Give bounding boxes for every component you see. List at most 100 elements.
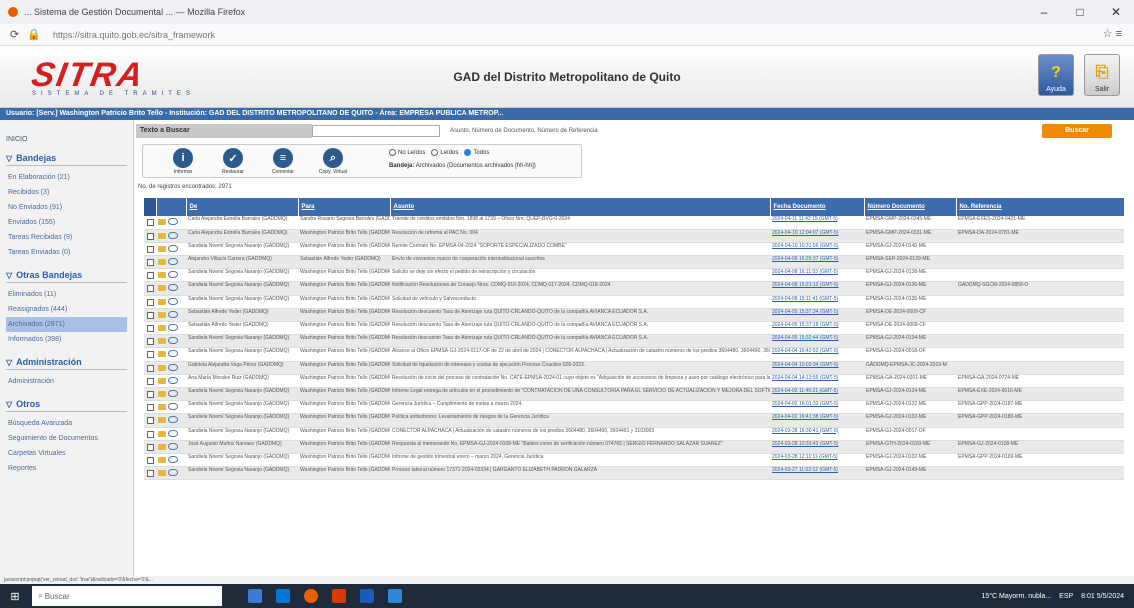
sidebar-item[interactable]: En Elaboración (21) xyxy=(6,170,127,185)
sidebar-item[interactable]: Administración xyxy=(6,374,127,389)
cell-asunto[interactable]: Remite Contrato No. EPMSA-04-2024 "SOPOR… xyxy=(390,242,770,257)
word-icon[interactable] xyxy=(360,589,374,603)
restaurar-button[interactable]: ✓ Restaurar xyxy=(213,148,253,178)
sidebar-section-header[interactable]: ▽ Administración xyxy=(6,357,127,370)
cell-fecha[interactable]: 2024-04-04 10:03:34 (GMT-5) xyxy=(770,361,864,375)
header-de[interactable]: De xyxy=(186,198,299,216)
document-link-icon[interactable] xyxy=(168,389,178,397)
row-checkbox[interactable] xyxy=(144,321,156,336)
informar-button[interactable]: i Informar xyxy=(163,148,203,178)
bookmark-star-icon[interactable]: ☆ ≡ xyxy=(1103,27,1122,40)
table-row[interactable]: Sandiela Noemí Segovia Naranjo (GADDMQ) W… xyxy=(144,400,1124,415)
cell-asunto[interactable]: Resolución de reforma al PAC No. 004 xyxy=(390,229,770,243)
sidebar-item[interactable]: No Enviados (91) xyxy=(6,200,127,215)
cell-asunto[interactable]: Alcance al Oficio EPMSA-GJ-2024-0117-OF … xyxy=(390,347,770,362)
cell-numero[interactable]: EPMSA-GJ-2024-0017-OF xyxy=(864,427,956,441)
cell-asunto[interactable]: CONECTOR ALPACHACA | Actualización de ca… xyxy=(390,427,770,441)
table-row[interactable]: Sandiela Noemí Segovia Naranjo (GADDMQ) W… xyxy=(144,334,1124,349)
cell-fecha[interactable]: 2024-04-08 15:21:12 (GMT-5) xyxy=(770,281,864,296)
row-checkbox[interactable] xyxy=(144,466,156,481)
row-checkbox[interactable] xyxy=(144,387,156,402)
copia-virtual-button[interactable]: ⌕ Copy. Virtual xyxy=(313,148,353,178)
cell-numero[interactable]: EPMSA-GJ-2024-0018-OF xyxy=(864,347,956,362)
url-text[interactable]: https://sitra.quito.gob.ec/sitra_framewo… xyxy=(53,30,215,40)
row-checkbox[interactable] xyxy=(144,427,156,441)
header-numero[interactable]: Número Documento xyxy=(864,198,957,216)
cell-numero[interactable]: EPMSA-GA-2024-0201-ME xyxy=(864,374,956,388)
row-checkbox[interactable] xyxy=(144,374,156,388)
table-row[interactable]: Ana María Morales Ruiz (GADDMQ) Washingto… xyxy=(144,374,1124,388)
document-link-icon[interactable] xyxy=(168,271,178,279)
row-checkbox[interactable] xyxy=(144,308,156,323)
table-row[interactable]: Sebastián Alfredo Yeder (GADDMQ) Washingt… xyxy=(144,308,1124,323)
document-link-icon[interactable] xyxy=(168,244,178,252)
cell-asunto[interactable]: Resolución de inicio del proceso de cont… xyxy=(390,374,770,388)
document-link-icon[interactable] xyxy=(168,416,178,424)
document-link-icon[interactable] xyxy=(168,429,178,437)
sidebar-item[interactable]: Reportes xyxy=(6,461,127,476)
cell-asunto[interactable]: Trámite de créditos emitidos Nro. 1898 a… xyxy=(390,216,770,230)
reload-icon[interactable]: ⟳ xyxy=(10,28,19,41)
radio-no-leidos[interactable]: No Leídos xyxy=(389,149,425,156)
cell-fecha[interactable]: 2024-04-02 16:01:33 (GMT-5) xyxy=(770,400,864,415)
cell-numero[interactable]: EPMSA-GJ-2024-0102-ME xyxy=(864,413,956,428)
cell-asunto[interactable]: Informe Legal entrega de artículos en el… xyxy=(390,387,770,402)
outlook-icon[interactable] xyxy=(388,589,402,603)
table-row[interactable]: Sandiela Noemí Segovia Naranjo (GADDMQ) W… xyxy=(144,466,1124,481)
cell-asunto[interactable]: Solicitud de liquidación de intereses y … xyxy=(390,361,770,375)
cell-fecha[interactable]: 2024-04-08 16:11:53 (GMT-5) xyxy=(770,268,864,283)
header-fecha[interactable]: Fecha Documento xyxy=(770,198,865,216)
row-checkbox[interactable] xyxy=(144,242,156,257)
cell-numero[interactable]: EPMSA-GTH-2024-0203-ME xyxy=(864,440,956,454)
edge-icon[interactable] xyxy=(276,589,290,603)
table-row[interactable]: Sandiela Noemí Segovia Naranjo (GADDMQ) W… xyxy=(144,268,1124,283)
cell-fecha[interactable]: 2024-04-10 12:04:07 (GMT-5) xyxy=(770,229,864,243)
search-button[interactable]: Buscar xyxy=(1042,124,1112,138)
sidebar-item[interactable]: Tareas Enviadas (0) xyxy=(6,245,127,260)
document-link-icon[interactable] xyxy=(168,350,178,358)
cell-fecha[interactable]: 2024-04-05 15:32:44 (GMT-5) xyxy=(770,334,864,349)
row-checkbox[interactable] xyxy=(144,413,156,428)
document-link-icon[interactable] xyxy=(168,258,178,266)
firefox-taskbar-icon[interactable] xyxy=(304,589,318,603)
cell-numero[interactable]: EPMSA-GMP-2024-0331-ME xyxy=(864,229,956,243)
cell-fecha[interactable]: 2024-04-03 11:40:21 (GMT-5) xyxy=(770,387,864,402)
document-link-icon[interactable] xyxy=(168,363,178,371)
cell-fecha[interactable]: 2024-03-28 16:30:41 (GMT-5) xyxy=(770,427,864,441)
cell-numero[interactable]: GADDMQ-EPMSA-JC-2024-2019-M xyxy=(864,361,956,375)
table-row[interactable]: Sandiela Noemí Segovia Naranjo (GADDMQ) W… xyxy=(144,413,1124,428)
cell-numero[interactable]: EPMSA-GJ-2024-0134-ME xyxy=(864,334,956,349)
table-row[interactable]: Gabriela Alejandra Vega Pérez (GADDMQ) Wa… xyxy=(144,361,1124,375)
maximize-button[interactable]: □ xyxy=(1062,0,1098,24)
row-checkbox[interactable] xyxy=(144,295,156,309)
table-row[interactable]: Sandiela Noemí Segovia Naranjo (GADDMQ) W… xyxy=(144,295,1124,309)
cell-asunto[interactable]: Política antisoborno: Levantamiento de r… xyxy=(390,413,770,428)
windows-start-icon[interactable]: ⊞ xyxy=(0,584,30,608)
cell-fecha[interactable]: 2024-04-11 11:42:15 (GMT-5) xyxy=(770,216,864,230)
weather-text[interactable]: 15°C Mayorm. nubla... xyxy=(981,593,1051,600)
cell-fecha[interactable]: 2024-04-05 15:37:34 (GMT-5) xyxy=(770,308,864,323)
document-link-icon[interactable] xyxy=(168,218,178,225)
language-indicator[interactable]: ESP xyxy=(1059,593,1073,600)
office-icon[interactable] xyxy=(332,589,346,603)
cell-fecha[interactable]: 2024-04-05 15:37:18 (GMT-5) xyxy=(770,321,864,336)
row-checkbox[interactable] xyxy=(144,453,156,468)
row-checkbox[interactable] xyxy=(144,268,156,283)
row-checkbox[interactable] xyxy=(144,216,156,230)
cell-numero[interactable]: EPMSA-GJ-2024-0134-ME xyxy=(864,387,956,402)
sidebar-item[interactable]: Reasignados (444) xyxy=(6,302,127,317)
cell-numero[interactable]: EPMSA-GJ-2024-0136-ME xyxy=(864,281,956,296)
table-row[interactable]: Alejandro Villacís Carrera (GADDMQ) Sebas… xyxy=(144,255,1124,270)
cell-fecha[interactable]: 2024-04-04 16:42:52 (GMT-5) xyxy=(770,347,864,362)
cell-numero[interactable]: EPMSA-GJ-2024-0102-ME xyxy=(864,453,956,468)
document-link-icon[interactable] xyxy=(168,324,178,331)
radio-todos[interactable]: Todos xyxy=(464,149,489,156)
table-row[interactable]: Sandiela Noemí Segovia Naranjo (GADDMQ) W… xyxy=(144,347,1124,362)
exit-button[interactable]: ⎘ Salir xyxy=(1084,54,1120,96)
cell-fecha[interactable]: 2024-04-10 10:31:56 (GMT-5) xyxy=(770,242,864,257)
table-row[interactable]: Sandiela Noemí Segovia Naranjo (GADDMQ) W… xyxy=(144,387,1124,402)
cell-asunto[interactable]: Solicito se deje sin efecto el pedido de… xyxy=(390,268,770,283)
document-link-icon[interactable] xyxy=(168,337,178,345)
help-button[interactable]: ? Ayuda xyxy=(1038,54,1074,96)
sidebar-item[interactable]: Eliminados (11) xyxy=(6,287,127,302)
